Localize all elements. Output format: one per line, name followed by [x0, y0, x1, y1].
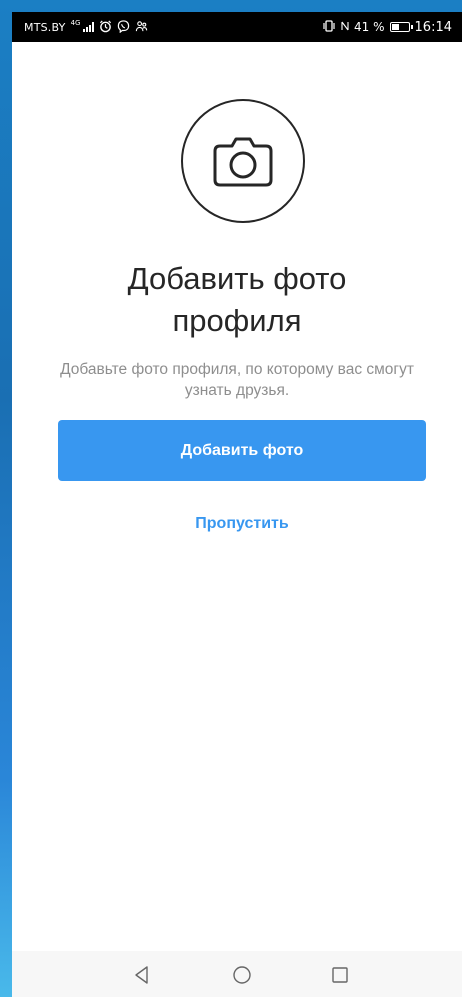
battery-icon	[389, 22, 413, 32]
people-icon	[135, 20, 148, 35]
phone-screen: MTS.BY 4G 41 % 16:14 Добавить фото профи…	[12, 12, 462, 997]
vibrate-icon	[322, 20, 336, 34]
signal-icon	[83, 22, 95, 32]
camera-icon	[181, 99, 305, 223]
status-right: 41 % 16:14	[322, 20, 452, 35]
page-title-line2: профиля	[172, 303, 302, 338]
nfc-icon	[341, 20, 349, 34]
page-title: Добавить фото профиля	[32, 258, 442, 342]
status-bar: MTS.BY 4G 41 % 16:14	[12, 12, 462, 42]
viber-icon	[117, 19, 130, 35]
network-type: 4G	[70, 19, 81, 27]
description-text: Добавьте фото профиля, по которому вас с…	[60, 361, 414, 399]
add-photo-button[interactable]: Добавить фото	[58, 420, 426, 481]
page-title-line1: Добавить фото	[127, 261, 347, 296]
home-icon[interactable]	[230, 963, 254, 987]
back-icon[interactable]	[130, 963, 154, 987]
alarm-icon	[99, 20, 112, 35]
carrier-name: MTS.BY	[24, 20, 66, 34]
skip-link[interactable]: Пропустить	[142, 515, 342, 533]
navigation-bar	[12, 951, 462, 997]
status-left: MTS.BY 4G	[24, 19, 148, 35]
battery-percent: 41 %	[354, 20, 385, 34]
clock: 16:14	[414, 19, 452, 35]
recents-icon[interactable]	[328, 963, 352, 987]
